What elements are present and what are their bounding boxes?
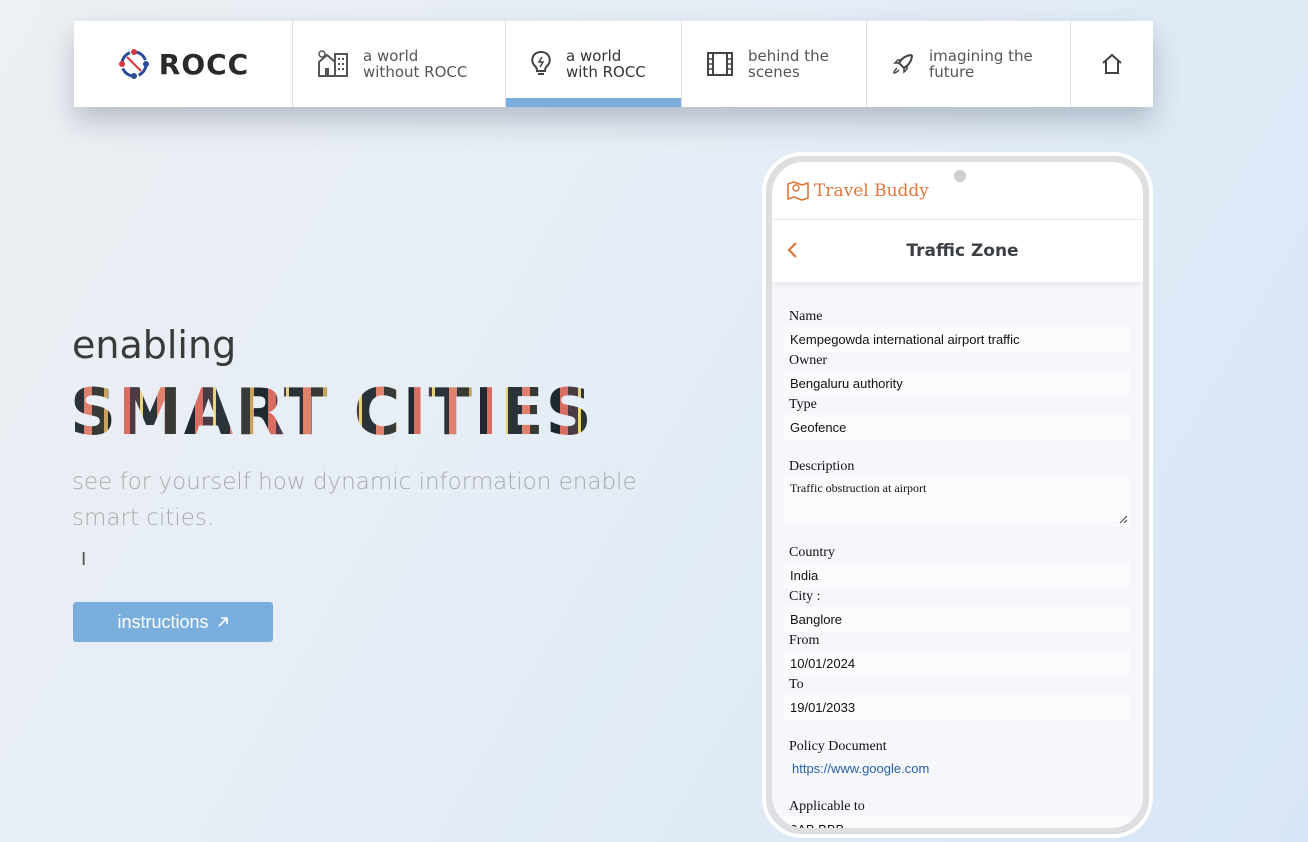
owner-field[interactable]: Bengaluru authority [784,370,1130,396]
applicable-to-field[interactable]: 2AB,BBB [784,816,1130,828]
home-button[interactable] [1071,21,1153,107]
nav-item-label: a world with ROCC [566,47,646,81]
nav-item-label: a world without ROCC [363,47,468,81]
applicable-to-label: Applicable to [789,799,865,814]
app-brand: Travel Buddy [814,180,929,201]
country-field[interactable]: India [784,562,1130,588]
rocket-icon [893,53,914,74]
hero-headline: SMART CITIES [70,376,594,450]
lightbulb-icon [531,50,551,75]
name-field[interactable]: Kempegowda international airport traffic [784,326,1130,352]
nav-item-world-with-rocc[interactable]: a world with ROCC [506,21,682,107]
nav-item-behind-the-scenes[interactable]: behind the scenes [682,21,867,107]
nav-item-world-without-rocc[interactable]: a world without ROCC [293,21,506,107]
city-field[interactable]: Banglore [784,606,1130,632]
text-cursor: I [81,549,87,570]
screen-header: Traffic Zone [772,220,1143,282]
from-label: From [789,633,820,648]
description-textarea[interactable]: Traffic obstruction at airport [784,476,1130,526]
instructions-label: instructions [117,611,209,632]
instructions-button[interactable]: instructions [73,602,273,642]
city-label: City : [789,589,821,604]
country-label: Country [789,545,835,560]
description-label: Description [789,459,855,474]
hero-enabling-text: enabling [72,323,237,367]
nav-item-label: behind the scenes [748,47,829,81]
map-brand-icon [787,180,809,201]
from-date-field[interactable]: 10/01/2024 [784,650,1130,676]
owner-label: Owner [789,353,828,368]
film-strip-icon [707,52,733,76]
top-navigation: ROCC a world without ROCC a world with R… [74,21,1153,107]
hero-subtitle: see for yourself how dynamic information… [72,469,637,531]
rocc-logo-icon [118,49,149,79]
to-date-field[interactable]: 19/01/2033 [784,694,1130,720]
phone-camera [954,170,966,182]
type-field[interactable]: Geofence [784,414,1130,440]
policy-document-label: Policy Document [789,739,887,754]
home-icon [1102,53,1122,74]
nav-item-label: imagining the future [929,47,1033,81]
traffic-zone-form: Name Kempegowda international airport tr… [772,282,1143,828]
type-label: Type [789,397,817,412]
arrow-up-right-icon [217,617,228,627]
city-building-icon [318,50,348,77]
nav-item-imagining-the-future[interactable]: imagining the future [867,21,1071,107]
policy-document-link[interactable]: https://www.google.com [784,756,1131,780]
rocc-logo[interactable]: ROCC [74,21,293,107]
phone-mockup: Travel Buddy Traffic Zone Name Kempegowd… [762,152,1153,838]
resize-grip-icon[interactable] [1118,514,1128,524]
back-chevron-icon[interactable] [784,240,802,260]
screen-title: Traffic Zone [906,241,1019,261]
phone-screen: Travel Buddy Traffic Zone Name Kempegowd… [772,162,1143,828]
logo-text: ROCC [158,47,250,81]
name-label: Name [789,309,823,324]
description-value: Traffic obstruction at airport [790,481,927,495]
to-label: To [789,677,804,692]
